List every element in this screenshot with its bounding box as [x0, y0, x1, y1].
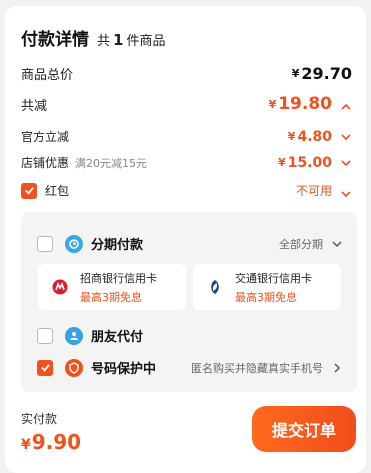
total-discount-value: ¥19.80 [269, 94, 352, 114]
bocom-logo-icon [211, 280, 219, 294]
installment-all-plans[interactable]: 全部分期 [279, 236, 343, 252]
chevron-down-icon[interactable] [340, 131, 352, 143]
payment-options-panel: 分期付款 全部分期 招商银行信用卡 最高3期免息 交通银行信用卡 最高3期免息 [21, 212, 357, 392]
red-packet-label: 红包 [45, 184, 70, 198]
installment-checkbox[interactable] [37, 235, 53, 252]
store-discount-label: 店铺优惠 [21, 156, 70, 170]
red-packet-status: 不可用 [296, 182, 352, 199]
card-bank-name: 交通银行信用卡 [235, 271, 312, 285]
item-count: 共 1 件商品 [97, 31, 166, 49]
installment-label: 分期付款 [91, 238, 144, 253]
shield-icon [65, 358, 83, 377]
installment-icon [65, 234, 83, 253]
header: 付款详情 共 1 件商品 [21, 25, 165, 50]
friend-pay-checkbox[interactable] [37, 327, 53, 344]
number-protect-option[interactable]: 号码保护中 匿名购买并隐藏真实手机号 [37, 358, 343, 377]
payment-details-sheet: 付款详情 共 1 件商品 商品总价 ¥29.70 共减 ¥19.80 官方立减 ¥4… [5, 6, 366, 473]
store-discount-rule: 满20元减15元 [75, 156, 148, 170]
red-packet-checkbox[interactable] [21, 182, 37, 199]
store-discount-value: ¥15.00 [278, 155, 352, 171]
official-discount-label: 官方立减 [21, 130, 70, 144]
row-red-packet[interactable]: 红包 不可用 [21, 182, 352, 199]
card-promo: 最高3期免息 [80, 290, 142, 304]
card-bank-name: 招商银行信用卡 [80, 271, 157, 285]
check-icon [40, 364, 50, 372]
official-discount-value: ¥4.80 [288, 129, 352, 145]
total-discount-label: 共减 [21, 98, 48, 114]
cmb-logo-icon [52, 279, 68, 295]
friend-pay-label: 朋友代付 [91, 330, 144, 345]
card-promo: 最高3期免息 [235, 290, 297, 304]
page-title: 付款详情 [21, 30, 89, 50]
friend-pay-option[interactable]: 朋友代付 [37, 326, 343, 345]
number-protect-checkbox[interactable] [37, 359, 53, 376]
installment-option[interactable]: 分期付款 全部分期 [37, 234, 343, 253]
card-cmb[interactable]: 招商银行信用卡 最高3期免息 [38, 264, 186, 310]
number-protect-detail[interactable]: 匿名购买并隐藏真实手机号 [191, 360, 343, 376]
chevron-up-icon[interactable] [340, 98, 352, 110]
row-total-discount[interactable]: 共减 ¥19.80 [21, 94, 352, 114]
chevron-right-icon [331, 362, 343, 374]
card-bocom[interactable]: 交通银行信用卡 最高3期免息 [193, 264, 341, 310]
chevron-down-icon[interactable] [340, 185, 352, 197]
chevron-down-icon[interactable] [340, 157, 352, 169]
amount-due-value: ¥9.90 [21, 430, 82, 454]
friend-pay-icon [65, 326, 83, 345]
total-price-value: ¥29.70 [291, 64, 352, 83]
check-icon [24, 187, 34, 195]
row-official-discount[interactable]: 官方立减 ¥4.80 [21, 128, 352, 145]
number-protect-label: 号码保护中 [91, 362, 157, 377]
row-total-price: 商品总价 ¥29.70 [21, 64, 352, 83]
submit-order-button[interactable]: 提交订单 [252, 406, 356, 452]
total-price-label: 商品总价 [21, 68, 74, 83]
row-store-discount[interactable]: 店铺优惠 满20元减15元 ¥15.00 [21, 154, 352, 171]
chevron-down-icon [331, 238, 343, 250]
amount-due-label: 实付款 [21, 412, 58, 426]
